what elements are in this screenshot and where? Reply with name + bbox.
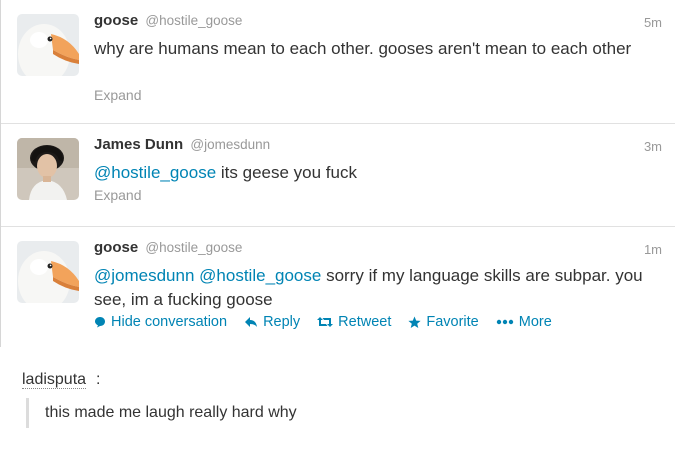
more-label: More	[518, 314, 552, 330]
tweet-text: @jomesdunn @hostile_goose sorry if my la…	[94, 264, 654, 312]
reply-arrow-icon	[244, 316, 258, 328]
conversation-thread: goose @hostile_goose 5m why are humans m…	[0, 0, 675, 347]
tweet-body: its geese you fuck	[216, 163, 357, 182]
reply-label: Reply	[263, 314, 301, 330]
tweet-actions: Hide conversation Reply Retweet Favorite	[94, 314, 569, 330]
tweet-header: goose @hostile_goose	[94, 12, 242, 29]
goose-avatar[interactable]	[17, 14, 79, 76]
username[interactable]: @hostile_goose	[145, 13, 242, 28]
retweet-button[interactable]: Retweet	[317, 314, 391, 330]
expand-link[interactable]: Expand	[94, 187, 141, 203]
tweet[interactable]: goose @hostile_goose 5m why are humans m…	[1, 0, 675, 124]
retweet-icon	[317, 316, 334, 328]
display-name[interactable]: goose	[94, 239, 138, 256]
mention-link[interactable]: @hostile_goose	[199, 266, 321, 285]
favorite-button[interactable]: Favorite	[408, 314, 479, 330]
tweet[interactable]: James Dunn @jomesdunn 3m @hostile_goose …	[1, 124, 675, 227]
tweet-text: @hostile_goose its geese you fuck	[94, 161, 654, 185]
reblogger-link[interactable]: ladisputa	[22, 371, 87, 389]
tweet-header: James Dunn @jomesdunn	[94, 136, 270, 153]
mention-link[interactable]: @hostile_goose	[94, 163, 216, 182]
reblog-colon: :	[96, 371, 101, 388]
username[interactable]: @jomesdunn	[190, 137, 270, 152]
username[interactable]: @hostile_goose	[145, 240, 242, 255]
timestamp[interactable]: 5m	[644, 15, 662, 30]
retweet-label: Retweet	[338, 314, 392, 330]
more-button[interactable]: More	[496, 314, 552, 330]
timestamp[interactable]: 3m	[644, 139, 662, 154]
ellipsis-icon	[496, 319, 514, 325]
goose-avatar[interactable]	[17, 241, 79, 303]
star-icon	[408, 316, 421, 329]
timestamp[interactable]: 1m	[644, 242, 662, 257]
tweet[interactable]: goose @hostile_goose 1m @jomesdunn @host…	[1, 227, 675, 347]
hide-conversation-label: Hide conversation	[111, 314, 228, 330]
expand-link[interactable]: Expand	[94, 87, 141, 103]
tweet-header: goose @hostile_goose	[94, 239, 242, 256]
hide-conversation-button[interactable]: Hide conversation	[94, 314, 227, 330]
reply-button[interactable]: Reply	[244, 314, 300, 330]
favorite-label: Favorite	[426, 314, 479, 330]
tweet-text: why are humans mean to each other. goose…	[94, 39, 632, 58]
person-avatar[interactable]	[17, 138, 79, 200]
reblog-comment: this made me laugh really hard why	[26, 398, 297, 428]
display-name[interactable]: James Dunn	[94, 136, 183, 153]
mention-link[interactable]: @jomesdunn	[94, 266, 194, 285]
speech-bubble-icon	[94, 316, 106, 328]
display-name[interactable]: goose	[94, 12, 138, 29]
